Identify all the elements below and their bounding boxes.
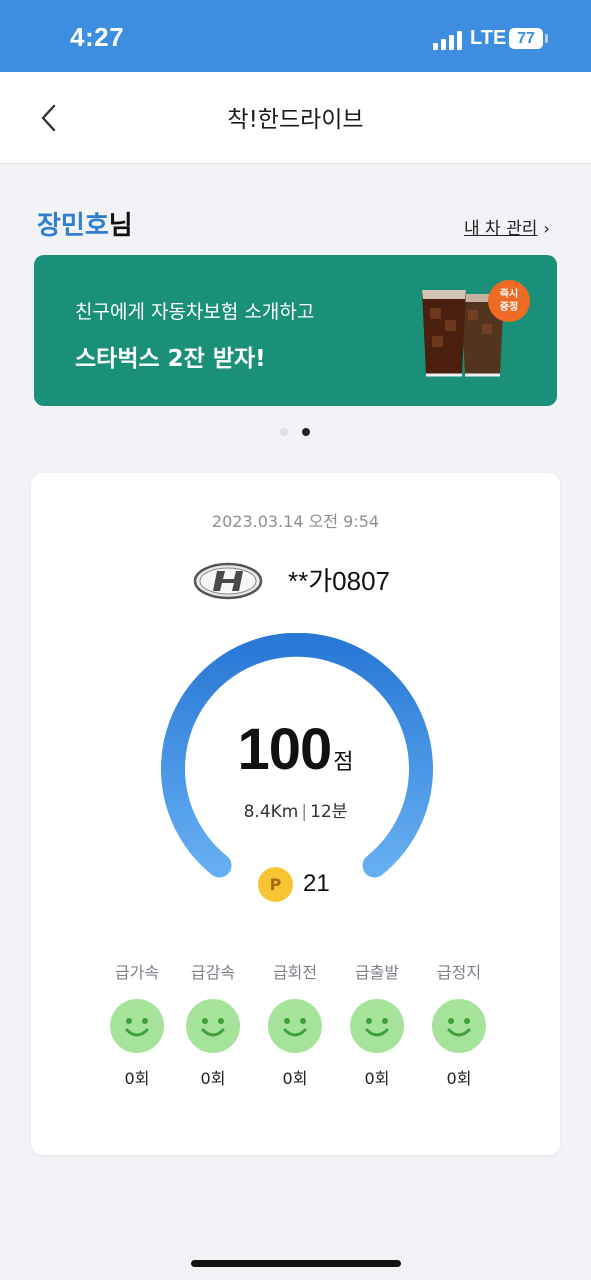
network-label: LTE xyxy=(470,27,507,49)
metric-sudden-stop: 급정지 0회 xyxy=(418,959,500,1089)
license-plate: **가0807 xyxy=(288,566,390,596)
signal-strength-icon xyxy=(433,30,463,50)
metric-label: 급가속 xyxy=(114,963,160,982)
smiley-face-icon xyxy=(110,999,164,1053)
metric-label: 급회전 xyxy=(272,963,318,982)
battery-icon: 77 xyxy=(509,28,543,49)
navigation-bar: 착!한드라이브 xyxy=(0,72,591,164)
score-value: 100 xyxy=(237,717,332,782)
banner-title: 스타벅스 2잔 받자! xyxy=(75,346,266,372)
metric-count: 0회 xyxy=(200,1069,226,1088)
banner-subtitle: 친구에게 자동차보험 소개하고 xyxy=(75,301,315,323)
metric-count: 0회 xyxy=(364,1069,390,1088)
point-coin-icon: P xyxy=(258,867,293,902)
trip-separator: | xyxy=(301,802,308,822)
driving-score: 100점 xyxy=(31,716,560,783)
metric-label: 급정지 xyxy=(436,963,482,982)
battery-nub xyxy=(545,34,548,43)
hyundai-logo-icon xyxy=(193,562,263,600)
my-car-manage-label: 내 차 관리 xyxy=(464,219,538,239)
user-name-suffix: 님 xyxy=(108,211,133,241)
my-car-manage-link[interactable]: 내 차 관리 › xyxy=(464,214,550,239)
metric-rapid-start: 급출발 0회 xyxy=(336,959,418,1089)
page-title: 착!한드라이브 xyxy=(227,107,364,133)
trip-duration: 12분 xyxy=(310,802,348,822)
metric-sharp-turn: 급회전 0회 xyxy=(254,959,336,1089)
driving-score-card[interactable]: 2023.03.14 오전 9:54 **가0807 100점 8.4Km | 12… xyxy=(31,473,560,1155)
status-time: 4:27 xyxy=(70,22,125,52)
home-indicator[interactable] xyxy=(191,1260,401,1267)
metric-count: 0회 xyxy=(124,1069,150,1088)
metric-count: 0회 xyxy=(446,1069,472,1088)
promo-banner[interactable]: 친구에게 자동차보험 소개하고 스타벅스 2잔 받자! 즉시 증정 xyxy=(34,255,557,406)
metric-rapid-deceleration: 급감속 0회 xyxy=(172,959,254,1089)
metric-rapid-acceleration: 급가속 0회 xyxy=(96,959,178,1089)
user-name: 장민호 xyxy=(37,211,109,241)
badge-line-1: 즉시 xyxy=(499,289,519,300)
smiley-face-icon xyxy=(432,999,486,1053)
smiley-face-icon xyxy=(186,999,240,1053)
trip-summary: 8.4Km | 12분 xyxy=(31,797,560,822)
smiley-face-icon xyxy=(350,999,404,1053)
drive-datetime: 2023.03.14 오전 9:54 xyxy=(211,512,380,531)
user-greeting: 장민호님 xyxy=(37,205,133,242)
status-bar: 4:27 LTE 77 xyxy=(0,0,591,72)
metric-label: 급출발 xyxy=(354,963,400,982)
trip-distance: 8.4Km xyxy=(243,802,299,822)
metric-count: 0회 xyxy=(282,1069,308,1088)
score-unit: 점 xyxy=(333,750,354,775)
pagination-dot-2[interactable] xyxy=(302,428,310,436)
badge-line-2: 증정 xyxy=(499,302,519,313)
instant-gift-badge: 즉시 증정 xyxy=(488,280,530,322)
metric-label: 급감속 xyxy=(190,963,236,982)
pagination-dot-1[interactable] xyxy=(280,428,288,436)
chevron-right-icon: › xyxy=(543,219,550,238)
smiley-face-icon xyxy=(268,999,322,1053)
points-value: 21 xyxy=(303,870,330,897)
